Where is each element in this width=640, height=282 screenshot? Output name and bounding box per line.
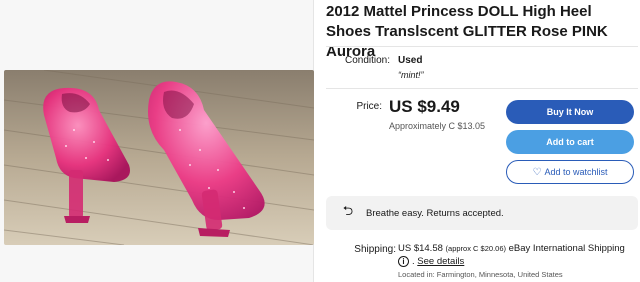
return-arrow-icon: ⮌ (342, 203, 354, 218)
add-to-cart-button[interactable]: Add to cart (506, 130, 634, 154)
info-icon[interactable]: i (398, 256, 409, 267)
condition-value: Used (398, 55, 423, 66)
add-to-watchlist-button[interactable]: ♡ Add to watchlist (506, 160, 634, 184)
buy-it-now-button[interactable]: Buy It Now (506, 100, 634, 124)
heart-icon: ♡ (532, 166, 542, 178)
price-approx: Approximately C $13.05 (389, 121, 486, 131)
see-details-link[interactable]: See details (417, 256, 464, 267)
shipping-label: Shipping: (354, 244, 396, 255)
condition-note: “mint!” (398, 70, 424, 80)
returns-banner: ⮌ Breathe easy. Returns accepted. (326, 196, 638, 230)
shoes-image (4, 70, 314, 245)
product-photo[interactable] (4, 70, 314, 245)
item-location: Located in: Farmington, Minnesota, Unite… (398, 270, 563, 279)
shipping-service: eBay International Shipping (508, 243, 625, 254)
condition-divider (326, 88, 638, 89)
shipping-summary: US $14.58 (approx C $20.06) eBay Interna… (398, 243, 625, 254)
condition-label: Condition: (344, 55, 390, 66)
returns-text: Breathe easy. Returns accepted. (366, 207, 504, 219)
price-value: US $9.49 (389, 97, 460, 116)
shipping-details-row: i . See details (398, 256, 464, 267)
image-gallery (0, 0, 314, 282)
price-label: Price: (356, 101, 382, 112)
shipping-approx: (approx C $20.06) (445, 244, 506, 253)
shipping-price: US $14.58 (398, 243, 443, 254)
item-details: 2012 Mattel Princess DOLL High Heel Shoe… (326, 0, 640, 282)
listing-title: 2012 Mattel Princess DOLL High Heel Shoe… (326, 3, 608, 60)
title-divider (326, 46, 638, 47)
add-to-watchlist-label: Add to watchlist (544, 167, 608, 177)
